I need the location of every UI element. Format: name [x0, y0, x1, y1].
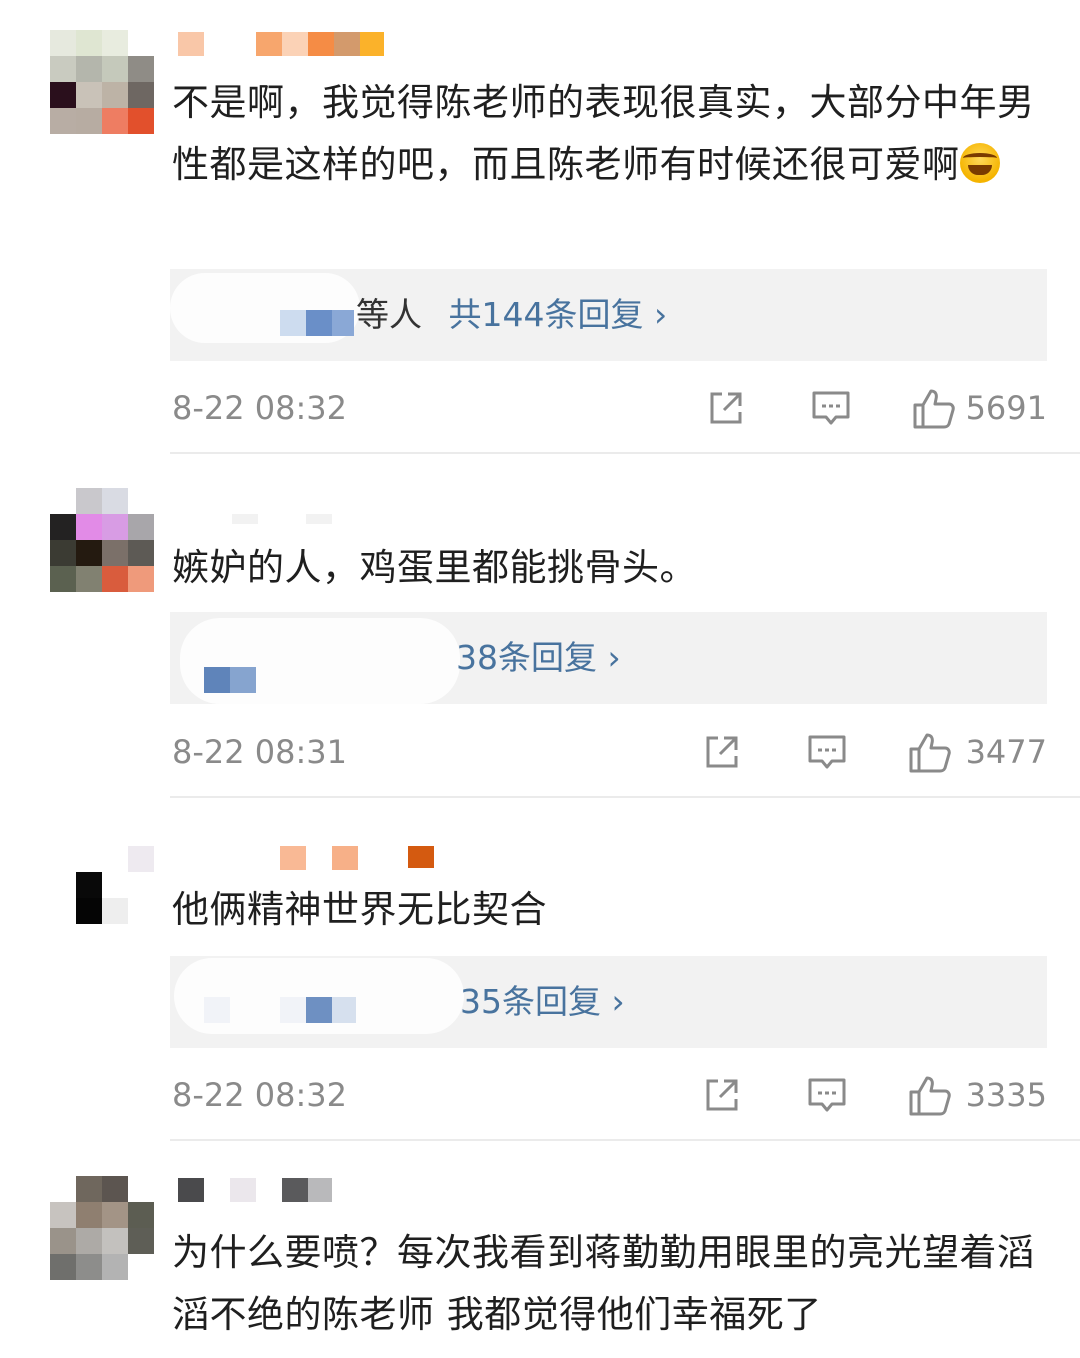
comment-meta: 8-22 08:32 3335 [172, 1075, 1047, 1116]
redaction-pixels [332, 997, 356, 1023]
redaction-pixels [204, 667, 230, 693]
comment-list: 不是啊，我觉得陈老师的表现很真实，大部分中年男性都是这样的吧，而且陈老师有时候还… [0, 0, 1080, 1358]
avatar[interactable] [50, 30, 154, 134]
reply-users: 等人 [356, 295, 422, 334]
comment-meta: 8-22 08:32 5691 [172, 388, 1047, 429]
share-icon[interactable] [702, 1075, 742, 1119]
comment-meta: 8-22 08:31 3477 [172, 732, 1047, 773]
divider [170, 452, 1080, 454]
comment-text: 为什么要喷？每次我看到蒋勤勤用眼里的亮光望着滔滔不绝的陈老师 我都觉得他们幸福死… [172, 1231, 1035, 1336]
reply-preview[interactable]: 35条回复 › [170, 956, 1047, 1048]
redaction-pixels [230, 667, 256, 693]
reply-count-link[interactable]: 共144条回复 › [449, 295, 668, 334]
comment-text-body: 不是啊，我觉得陈老师的表现很真实，大部分中年男性都是这样的吧，而且陈老师有时候还… [172, 81, 1035, 186]
thumbs-up-icon[interactable] [912, 388, 956, 434]
redaction-pixels [332, 310, 354, 336]
comment-text: 不是啊，我觉得陈老师的表现很真实，大部分中年男性都是这样的吧，而且陈老师有时候还… [172, 72, 1052, 196]
divider [170, 796, 1080, 798]
like-count: 3477 [965, 733, 1047, 771]
reply-count-link[interactable]: 35条回复 › [460, 982, 625, 1021]
username-redacted[interactable] [172, 514, 342, 538]
like-count: 5691 [965, 389, 1047, 427]
thumbs-up-icon[interactable] [908, 1075, 952, 1121]
username-redacted[interactable] [172, 846, 442, 870]
comment-time: 8-22 08:31 [172, 733, 348, 771]
comment-text: 他俩精神世界无比契合 [172, 888, 547, 931]
username-redacted[interactable] [172, 32, 392, 56]
comment-time: 8-22 08:32 [172, 389, 348, 427]
redaction-pixels [306, 310, 332, 336]
reply-preview[interactable]: 38条回复 › [170, 612, 1047, 704]
like-count: 3335 [965, 1076, 1047, 1114]
username-redacted[interactable] [172, 1178, 342, 1202]
grinning-tears-emoji-icon [959, 143, 1000, 183]
redaction-pixels [306, 997, 332, 1023]
comment-text: 嫉妒的人，鸡蛋里都能挑骨头。 [172, 546, 697, 589]
avatar[interactable] [50, 488, 154, 592]
comment-time: 8-22 08:32 [172, 1076, 348, 1114]
share-icon[interactable] [702, 732, 742, 776]
share-icon[interactable] [706, 388, 746, 432]
redaction-pixels [280, 310, 306, 336]
thumbs-up-icon[interactable] [908, 732, 952, 778]
comment-icon[interactable] [810, 388, 852, 432]
divider [170, 1139, 1080, 1141]
comment-icon[interactable] [806, 732, 848, 776]
redaction-pixels [280, 997, 306, 1023]
reply-count-link[interactable]: 38条回复 › [456, 638, 621, 677]
comment-icon[interactable] [806, 1075, 848, 1119]
redaction-pixels [204, 997, 230, 1023]
reply-preview[interactable]: 等人 共144条回复 › [170, 269, 1047, 361]
avatar[interactable] [50, 1176, 154, 1280]
avatar[interactable] [50, 846, 154, 950]
